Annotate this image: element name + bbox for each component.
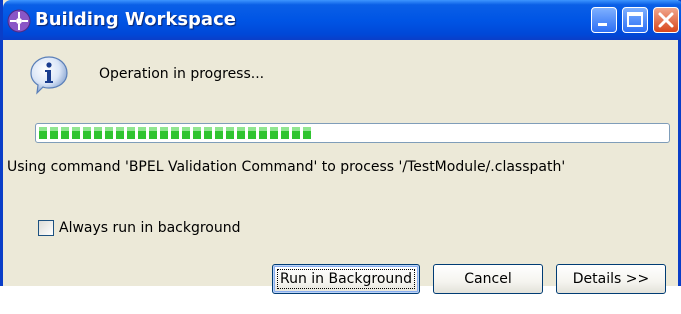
details-button[interactable]: Details >> <box>556 264 666 294</box>
run-in-background-button[interactable]: Run in Background <box>272 264 420 294</box>
operation-message: Operation in progress... <box>99 66 265 82</box>
maximize-button[interactable] <box>622 7 648 33</box>
minimize-icon <box>598 23 607 26</box>
maximize-icon <box>627 12 643 27</box>
close-icon <box>658 12 674 28</box>
window-title: Building Workspace <box>35 9 236 30</box>
cancel-button[interactable]: Cancel <box>433 264 543 294</box>
info-icon <box>30 56 68 95</box>
always-run-background-label[interactable]: Always run in background <box>59 220 241 236</box>
status-text: Using command 'BPEL Validation Command' … <box>7 159 566 175</box>
close-button[interactable] <box>653 7 679 33</box>
cancel-label: Cancel <box>464 271 512 287</box>
app-icon <box>7 9 31 33</box>
always-run-background-checkbox[interactable] <box>38 220 54 236</box>
title-bar[interactable]: Building Workspace <box>3 0 681 40</box>
focus-ring <box>277 269 415 289</box>
dialog-window: Building Workspace <box>0 0 681 286</box>
progress-bar <box>35 123 670 143</box>
details-label: Details >> <box>572 271 650 287</box>
progress-fill <box>39 127 311 139</box>
minimize-button[interactable] <box>591 7 617 33</box>
